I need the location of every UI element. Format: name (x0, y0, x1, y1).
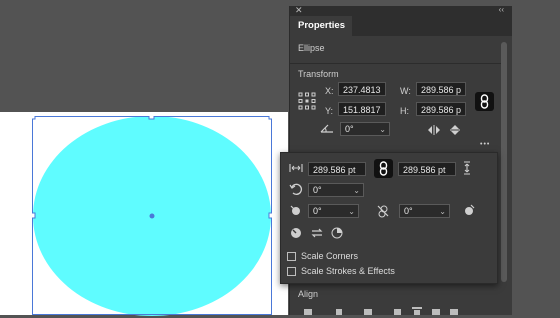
link-icon[interactable] (475, 92, 494, 111)
tab-properties[interactable]: Properties (290, 16, 352, 36)
h-label: H: (400, 106, 409, 116)
popup-shear-value: 0° (313, 206, 322, 216)
popup-width-field[interactable]: 289.586 pt (308, 162, 366, 176)
panel-top-bar (290, 6, 512, 16)
rotate-value: 0° (345, 124, 354, 134)
swap-icon[interactable] (310, 227, 324, 239)
popup-height-field[interactable]: 289.586 pt (398, 162, 456, 176)
popup-shear-dropdown[interactable]: 0° ⌄ (308, 204, 359, 218)
panel-scrollbar[interactable] (501, 42, 507, 282)
y-label: Y: (325, 106, 334, 116)
chevron-down-icon: ⌄ (439, 207, 446, 216)
scale-strokes-checkbox[interactable] (287, 267, 296, 276)
w-field[interactable]: 289.586 p (416, 82, 466, 96)
h-field[interactable]: 289.586 p (416, 102, 466, 116)
more-icon[interactable]: ••• (480, 140, 490, 150)
chevron-down-icon: ⌄ (353, 186, 360, 195)
flip-horizontal-icon[interactable] (427, 124, 441, 136)
y-field[interactable]: 151.8817 (338, 102, 386, 116)
corner-icon[interactable] (290, 227, 302, 239)
rotate-icon (320, 122, 334, 134)
close-icon[interactable]: ✕ (295, 5, 303, 16)
x-label: X: (325, 86, 334, 96)
popup-link-icon[interactable] (374, 159, 393, 178)
w-label: W: (400, 86, 411, 96)
popup-rotate-value: 0° (313, 185, 322, 195)
width-icon (289, 163, 303, 173)
chevron-down-icon: ⌄ (379, 125, 386, 134)
rotate-icon (289, 183, 303, 195)
transform-section-title: Transform (298, 69, 339, 79)
scale-corners-label: Scale Corners (301, 251, 359, 261)
divider (290, 63, 501, 64)
ellipse-graphic[interactable] (29, 113, 275, 316)
rotate-dropdown[interactable]: 0° ⌄ (340, 122, 390, 136)
selected-ellipse[interactable] (29, 113, 275, 316)
popup-rotate-dropdown[interactable]: 0° ⌄ (308, 183, 364, 197)
shear-axis-icon[interactable] (376, 204, 390, 218)
align-section-title: Align (298, 289, 319, 299)
scale-strokes-label: Scale Strokes & Effects (301, 266, 395, 276)
scale-corners-checkbox[interactable] (287, 252, 296, 261)
popup-shear2-dropdown[interactable]: 0° ⌄ (399, 204, 450, 218)
x-field[interactable]: 237.4813 (338, 82, 386, 96)
chevron-down-icon: ⌄ (348, 207, 355, 216)
popup-shear2-value: 0° (404, 206, 413, 216)
transform-options-popup: 289.586 pt 289.586 pt 0° ⌄ 0° ⌄ 0° ⌄ Sca… (280, 152, 498, 284)
object-type-label: Ellipse (298, 43, 325, 53)
shear-direction-icon (463, 204, 475, 216)
pie-icon[interactable] (331, 227, 343, 239)
flip-vertical-icon[interactable] (449, 124, 461, 136)
shear-icon (289, 204, 303, 216)
align-icons-row[interactable] (300, 307, 500, 315)
reference-point-icon[interactable] (298, 92, 316, 110)
collapse-icon[interactable]: ‹‹ (499, 5, 504, 14)
height-icon (463, 161, 471, 175)
